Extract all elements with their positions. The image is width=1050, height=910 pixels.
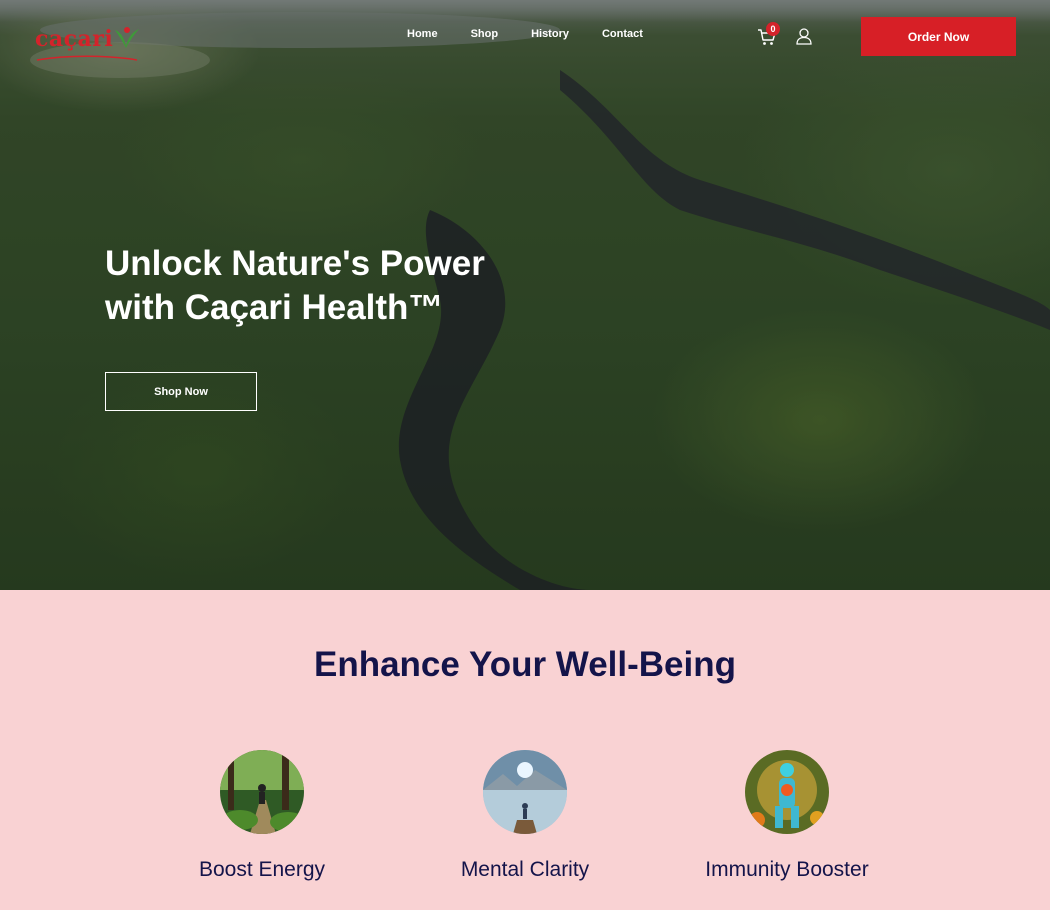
benefit-label: Mental Clarity <box>460 858 590 881</box>
top-navigation: caçari Home Shop History Contact 0 Order… <box>0 0 1050 72</box>
benefit-mental-clarity[interactable]: Mental Clarity <box>405 750 645 882</box>
user-icon[interactable] <box>795 27 813 45</box>
benefit-immunity-booster[interactable]: Immunity Booster <box>667 750 907 882</box>
logo-swoosh <box>37 55 137 61</box>
hero-title-line-1: Unlock Nature's Power <box>105 244 485 283</box>
leaf-icon <box>115 27 139 48</box>
nav-contact[interactable]: Contact <box>602 28 643 40</box>
hero-title-line-2: with Caçari Health™ <box>105 288 444 327</box>
section-title: Enhance Your Well-Being <box>313 645 737 684</box>
nav-history[interactable]: History <box>531 28 569 40</box>
benefit-label: Boost Energy <box>198 858 326 881</box>
hero-section: caçari Home Shop History Contact 0 Order… <box>0 0 1050 590</box>
shop-now-button[interactable]: Shop Now <box>105 372 257 411</box>
forest-runner-image <box>220 750 304 834</box>
nav-shop[interactable]: Shop <box>471 28 499 40</box>
order-now-button[interactable]: Order Now <box>861 17 1016 56</box>
cart-count-badge: 0 <box>766 22 780 36</box>
wellbeing-section: Enhance Your Well-Being Boost Energy Men… <box>0 590 1050 910</box>
brand-logo[interactable]: caçari <box>35 24 145 64</box>
meditation-lake-image <box>483 750 567 834</box>
benefit-boost-energy[interactable]: Boost Energy <box>142 750 382 882</box>
nav-home[interactable]: Home <box>407 28 438 40</box>
glowing-body-image <box>745 750 829 834</box>
hero-title: Unlock Nature's Power with Caçari Health… <box>105 242 545 330</box>
main-menu: Home Shop History Contact <box>400 28 676 40</box>
benefit-label: Immunity Booster <box>705 858 869 881</box>
logo-wordmark: caçari <box>35 26 114 52</box>
